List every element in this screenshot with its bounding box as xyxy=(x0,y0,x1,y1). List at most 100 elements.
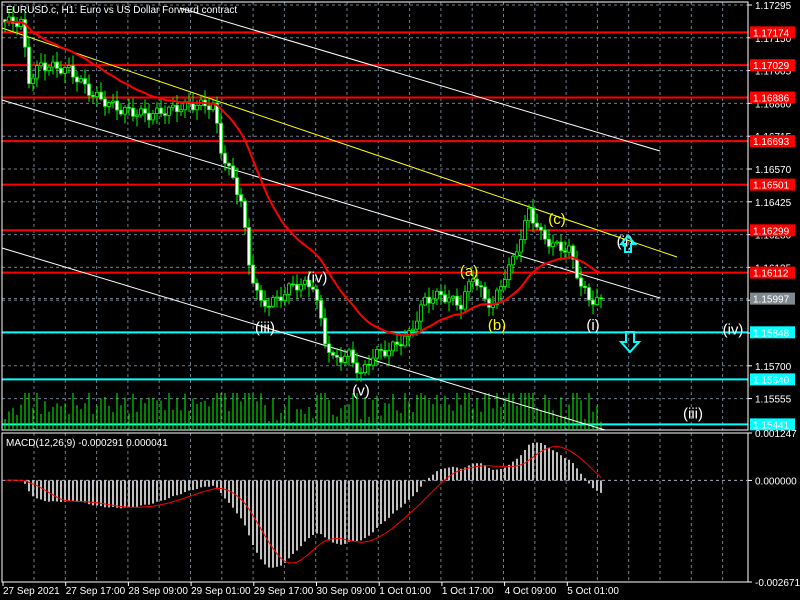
candle xyxy=(435,288,439,306)
candle xyxy=(407,327,411,347)
candle xyxy=(583,280,587,294)
channel-lower-line[interactable] xyxy=(1,247,606,431)
candle xyxy=(315,285,319,310)
candle xyxy=(319,294,323,327)
channel-middle-line[interactable] xyxy=(1,99,661,299)
wave-label: (iv) xyxy=(307,270,328,287)
time-tick-label: 5 Oct 01:00 xyxy=(567,586,619,597)
candle xyxy=(479,281,483,298)
candle xyxy=(571,243,575,269)
channel-upper-line[interactable] xyxy=(179,7,661,152)
time-tick-label: 1 Oct 01:00 xyxy=(379,586,431,597)
candle xyxy=(75,71,79,92)
candle xyxy=(355,352,359,382)
candle xyxy=(235,167,239,205)
trend-yellow-line[interactable] xyxy=(1,27,678,258)
resistance-line-label: 1.16501 xyxy=(753,181,790,192)
candle xyxy=(555,239,559,246)
candle xyxy=(523,214,527,245)
macd-panel-border xyxy=(1,432,749,583)
candle xyxy=(59,60,63,76)
candle xyxy=(535,213,539,231)
candle xyxy=(331,350,335,360)
candle xyxy=(467,278,471,301)
candle xyxy=(175,95,179,122)
candle xyxy=(143,99,147,123)
candle xyxy=(259,285,263,307)
candle xyxy=(295,274,299,300)
wave-labels: (iii)(iv)(v)(a)(b)(c)(ii)(i) (iv)(iii) xyxy=(255,211,743,423)
candle xyxy=(107,100,111,114)
candle xyxy=(155,102,159,124)
wave-label: (iv) xyxy=(723,322,744,339)
candle xyxy=(131,98,135,122)
candle xyxy=(575,250,579,280)
candle xyxy=(527,204,531,229)
candle xyxy=(279,286,283,308)
resistance-line-label: 1.17029 xyxy=(753,61,790,72)
candle xyxy=(111,93,115,109)
candle xyxy=(179,103,183,116)
candle xyxy=(151,109,155,125)
candle xyxy=(219,113,223,159)
candle xyxy=(559,234,563,261)
candle xyxy=(123,105,127,124)
candle xyxy=(371,348,375,371)
time-tick-label: 30 Sep 09:00 xyxy=(317,586,377,597)
candle xyxy=(543,224,547,245)
macd-axis: 0.001247 0.000000 -0.002671 xyxy=(748,429,800,589)
candle xyxy=(439,284,443,305)
candle xyxy=(243,197,247,235)
price-chart[interactable]: (iii)(iv)(v)(a)(b)(c)(ii)(i) (iv)(iii) EU… xyxy=(0,0,800,600)
candle xyxy=(511,254,515,274)
wave-label: (b) xyxy=(488,317,506,334)
candle xyxy=(211,99,215,113)
candle xyxy=(215,96,219,134)
candle xyxy=(499,279,503,301)
candle xyxy=(3,18,7,33)
candle xyxy=(495,287,499,309)
candle xyxy=(351,341,355,368)
arrow-down-icon xyxy=(618,331,642,354)
candle xyxy=(127,98,131,116)
candle xyxy=(391,340,395,357)
macd-signal-line xyxy=(4,445,602,564)
candle xyxy=(443,284,447,304)
time-tick-label: 4 Oct 09:00 xyxy=(505,586,557,597)
time-tick-label: 29 Sep 17:00 xyxy=(254,586,314,597)
candle xyxy=(347,347,351,367)
candle xyxy=(207,96,211,119)
candle xyxy=(447,290,451,312)
resistance-line-label: 1.17174 xyxy=(753,28,790,39)
time-tick-label: 27 Sep 17:00 xyxy=(66,586,126,597)
candle xyxy=(431,290,435,310)
wave-label: (iii) xyxy=(255,319,275,336)
macd-tick-label: 0.001247 xyxy=(755,429,797,440)
candle xyxy=(247,218,251,275)
candle xyxy=(595,288,599,306)
resistance-line-label: 1.16299 xyxy=(753,226,790,237)
price-tick-label: 1.16570 xyxy=(755,165,792,176)
price-tick-label: 1.15700 xyxy=(755,362,792,373)
candle xyxy=(79,74,83,84)
time-axis[interactable]: 27 Sep 2021 27 Sep 17:00 28 Sep 09:00 29 Se… xyxy=(2,582,619,597)
chart-title: EURUSD.c, H1: Euro vs US Dollar Forward … xyxy=(6,5,237,16)
candle xyxy=(507,257,511,288)
resistance-line-label: 1.16112 xyxy=(753,269,789,280)
candle xyxy=(363,360,367,376)
candle xyxy=(463,285,467,312)
resistance-line-label: 1.16693 xyxy=(753,137,790,148)
candle xyxy=(327,335,331,363)
candle xyxy=(335,348,339,366)
candle xyxy=(591,290,595,315)
candle xyxy=(395,334,399,352)
candle xyxy=(263,290,267,313)
wave-label: (c) xyxy=(548,211,566,228)
moving-average-line xyxy=(4,20,602,337)
macd-tick-label: -0.002671 xyxy=(755,578,800,589)
resistance-line-label: 1.16886 xyxy=(753,94,790,105)
macd-label: MACD(12,26,9) -0.000291 0.000041 xyxy=(6,438,168,449)
price-tick-label: 1.15555 xyxy=(755,395,792,406)
candle xyxy=(419,299,423,331)
macd-tick-label: 0.000000 xyxy=(755,476,797,487)
